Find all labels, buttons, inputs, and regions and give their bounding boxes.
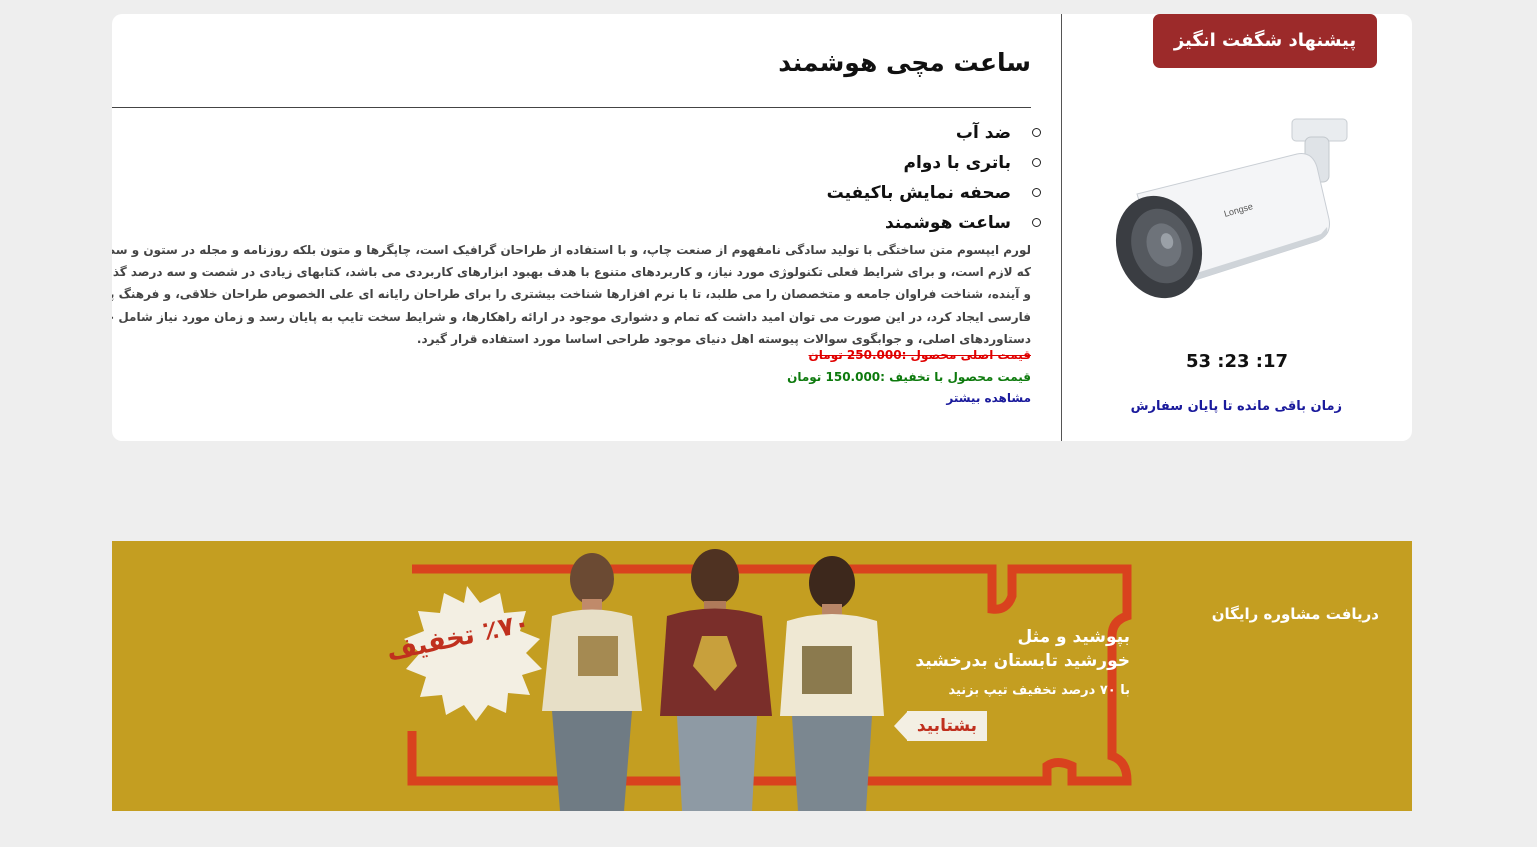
countdown-timer: 53 :23 :17 [1185,351,1289,372]
banner-slogan-line3: با ۷۰ درصد تخفیف تیپ بزنید [948,683,1130,698]
models-figures [542,549,884,811]
panel-divider [1061,14,1062,441]
description-line: که لازم است، و برای شرایط فعلی تکنولوژی … [112,265,1031,280]
description-line: فارسی ایجاد کرد، در این صورت می توان امی… [112,309,1031,324]
feature-item: ساعت هوشمند [827,208,1041,238]
summer-sale-banner[interactable]: ٪۷۰ تخفیف دریافت مشاوره رایگان بپوشید و … [112,541,1412,811]
hurry-button[interactable]: بشتابید [907,711,987,741]
remaining-time-label: زمان باقی مانده تا پایان سفارش [1130,399,1342,414]
product-title[interactable]: ساعت مچی هوشمند [778,48,1031,77]
feature-item: ضد آب [827,118,1041,148]
discount-price: قیمت محصول با تخفیف :150.000 تومان [787,370,1031,384]
product-info: ساعت مچی هوشمند ضد آب باتری با دوام صحفه… [112,14,1041,441]
security-camera-image[interactable]: Longse [1107,109,1367,309]
hurry-arrow-icon [894,711,908,741]
feature-item: باتری با دوام [827,148,1041,178]
amazing-offer-badge: پیشنهاد شگفت انگیز [1153,14,1377,68]
bullet-icon [1032,218,1041,227]
description-line: لورم ایپسوم متن ساختگی با تولید سادگی نا… [112,243,1031,257]
banner-slogan-line2: خورشید تابستان بدرخشید [915,651,1130,671]
title-divider [112,107,1031,108]
bullet-icon [1032,158,1041,167]
original-price: قیمت اصلی محصول :250.000 تومان [808,348,1031,362]
banner-artwork [112,541,1412,811]
banner-slogan-line1: بپوشید و مثل [1017,627,1130,647]
amazing-offer-card: ساعت مچی هوشمند ضد آب باتری با دوام صحفه… [112,14,1412,441]
product-description: لورم ایپسوم متن ساختگی با تولید سادگی نا… [112,239,1031,350]
description-line: دستاوردهای اصلی، و جوابگوی سوالات پیوسته… [416,331,1031,346]
bullet-icon [1032,188,1041,197]
description-line: و آینده، شناخت فراوان جامعه و متخصصان را… [112,287,1031,302]
free-consult-link[interactable]: دریافت مشاوره رایگان [1212,605,1379,623]
feature-item: صحفه نمایش باکیفیت [827,178,1041,208]
bullet-icon [1032,128,1041,137]
feature-list: ضد آب باتری با دوام صحفه نمایش باکیفیت س… [827,118,1041,238]
see-more-link[interactable]: مشاهده بیشتر [946,391,1031,405]
